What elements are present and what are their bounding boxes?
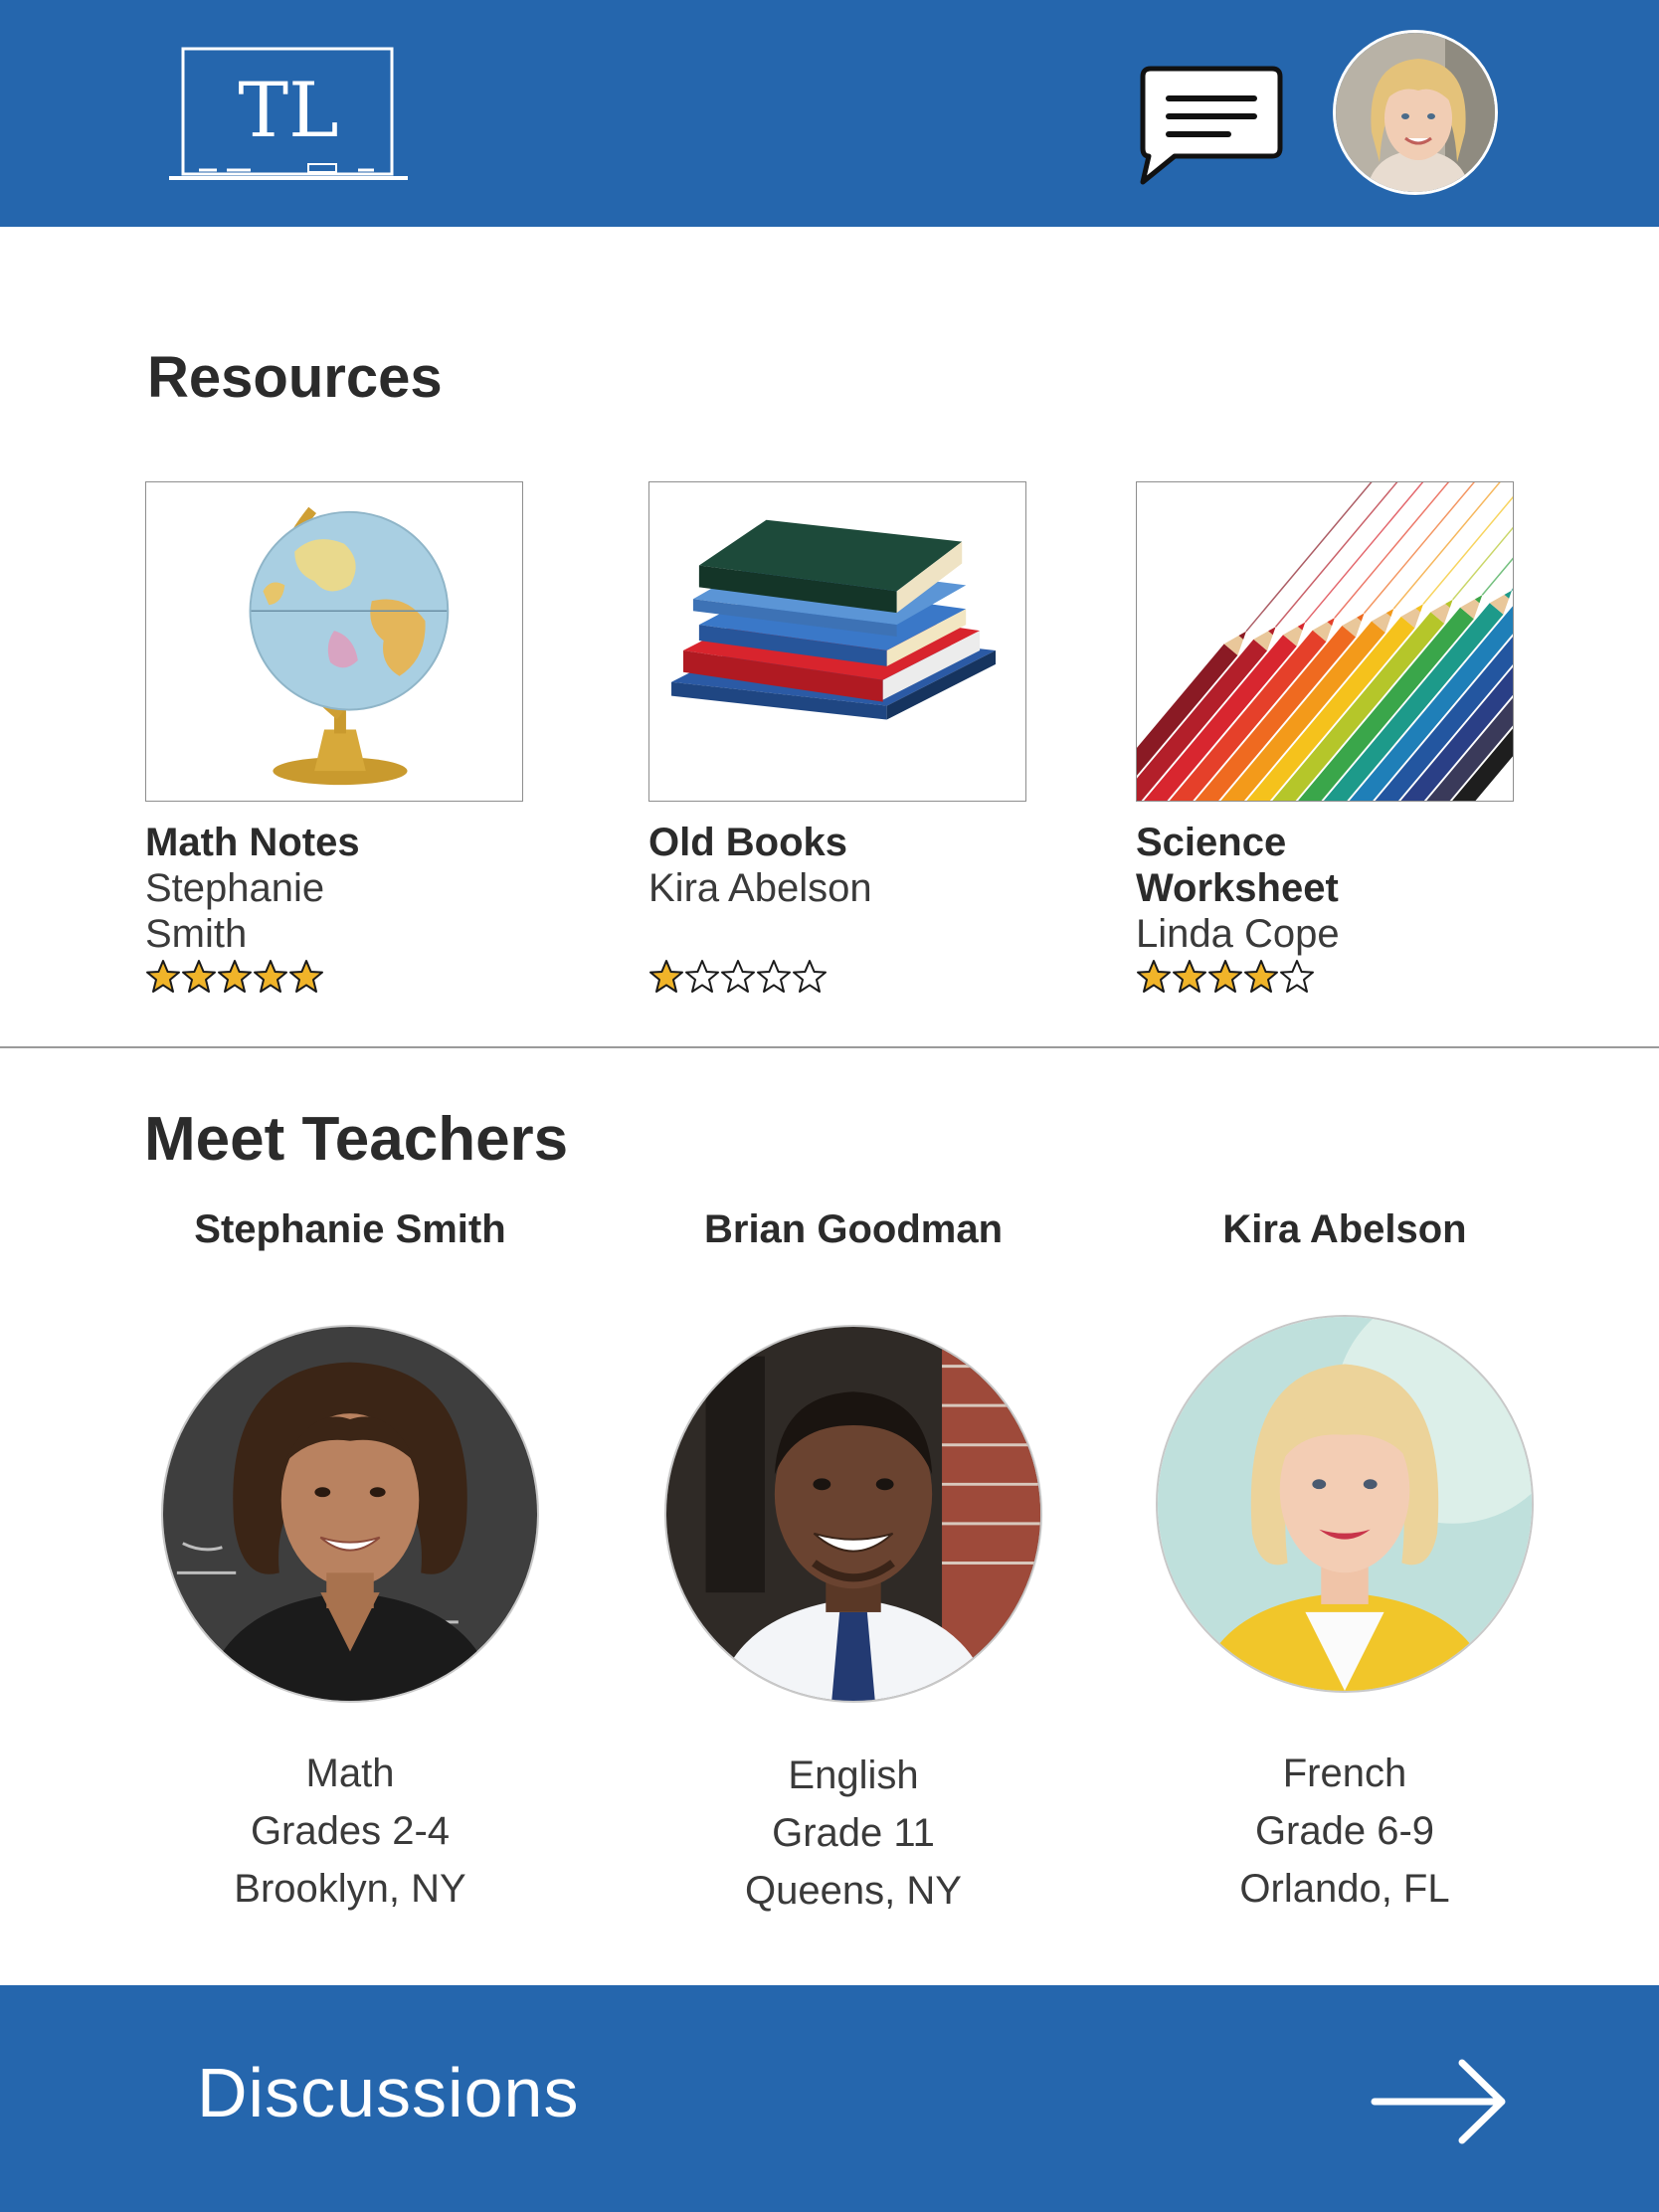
section-divider	[0, 1046, 1659, 1048]
teacher-location: Brooklyn, NY	[234, 1867, 466, 1911]
books-image	[648, 481, 1026, 802]
resource-author: Smith	[145, 912, 248, 956]
teacher-photo	[161, 1325, 539, 1703]
teacher-photo-icon	[666, 1327, 1040, 1701]
arrow-right-icon	[1371, 2059, 1506, 2144]
teacher-grades: Grades 2-4	[250, 1809, 451, 1853]
teacher-photo	[1156, 1315, 1534, 1693]
chat-bubble-icon	[1140, 66, 1283, 185]
star-filled-icon	[1137, 960, 1171, 993]
resource-title: Science	[1136, 821, 1287, 864]
star-filled-icon	[1173, 960, 1206, 993]
resource-title: Math Notes	[145, 821, 360, 864]
globe-image	[145, 481, 523, 802]
user-avatar-icon	[1336, 33, 1495, 192]
colored-pencils-icon	[1137, 482, 1513, 801]
top-header: TL	[0, 0, 1659, 227]
star-filled-icon	[1244, 960, 1278, 993]
teacher-photo-icon	[1158, 1317, 1532, 1691]
resource-title: Old Books	[648, 821, 848, 864]
star-empty-icon	[757, 960, 791, 993]
star-empty-icon	[1280, 960, 1314, 993]
resource-author: Kira Abelson	[648, 866, 872, 910]
star-empty-icon	[793, 960, 827, 993]
resource-author: Linda Cope	[1136, 912, 1340, 956]
teacher-subject: French	[1282, 1751, 1407, 1795]
chalkboard-logo-icon: TL	[169, 47, 408, 180]
teacher-photo-icon	[163, 1327, 537, 1701]
star-empty-icon	[685, 960, 719, 993]
teacher-name: Kira Abelson	[1222, 1207, 1467, 1251]
user-avatar[interactable]	[1333, 30, 1498, 195]
star-filled-icon	[182, 960, 216, 993]
logo-text: TL	[238, 66, 338, 154]
teacher-location: Orlando, FL	[1239, 1867, 1450, 1911]
messages-button[interactable]	[1137, 63, 1286, 187]
resource-card-math-notes[interactable]: Math Notes Stephanie Smith	[145, 481, 523, 993]
teacher-card-kira-abelson[interactable]: Kira Abelson French Grade 6-9 Orlando, F…	[1156, 1205, 1534, 1918]
teacher-grades: Grade 11	[772, 1811, 935, 1855]
teacher-subject: English	[788, 1753, 919, 1797]
teacher-location: Queens, NY	[745, 1869, 962, 1913]
teacher-card-stephanie-smith[interactable]: Stephanie Smith Math Grades 2-4 Brooklyn…	[161, 1205, 539, 1918]
star-filled-icon	[289, 960, 323, 993]
teacher-subject: Math	[305, 1751, 395, 1795]
teacher-card-brian-goodman[interactable]: Brian Goodman English Grade 11 Queens, N…	[664, 1205, 1042, 1920]
star-filled-icon	[146, 960, 180, 993]
star-filled-icon	[1208, 960, 1242, 993]
teacher-photo	[664, 1325, 1042, 1703]
rating-stars	[145, 959, 324, 997]
teacher-grades: Grade 6-9	[1254, 1809, 1435, 1853]
resource-card-science-worksheet[interactable]: Science Worksheet Linda Cope	[1136, 481, 1514, 993]
discussions-label: Discussions	[197, 2054, 580, 2131]
teacher-name: Stephanie Smith	[194, 1207, 506, 1251]
meet-teachers-heading: Meet Teachers	[144, 1105, 569, 1174]
books-icon	[649, 482, 1025, 801]
globe-icon	[146, 482, 522, 801]
rating-stars	[648, 959, 828, 997]
resource-title: Worksheet	[1136, 866, 1339, 910]
pencils-image	[1136, 481, 1514, 802]
star-filled-icon	[254, 960, 287, 993]
discussions-button[interactable]: Discussions	[0, 1985, 1659, 2212]
resource-author: Stephanie	[145, 866, 325, 910]
teacher-name: Brian Goodman	[703, 1207, 1004, 1251]
resources-heading: Resources	[147, 345, 443, 410]
star-empty-icon	[721, 960, 755, 993]
logo[interactable]: TL	[169, 45, 408, 184]
rating-stars	[1136, 959, 1315, 997]
star-filled-icon	[218, 960, 252, 993]
star-filled-icon	[649, 960, 683, 993]
resource-card-old-books[interactable]: Old Books Kira Abelson	[648, 481, 1026, 993]
